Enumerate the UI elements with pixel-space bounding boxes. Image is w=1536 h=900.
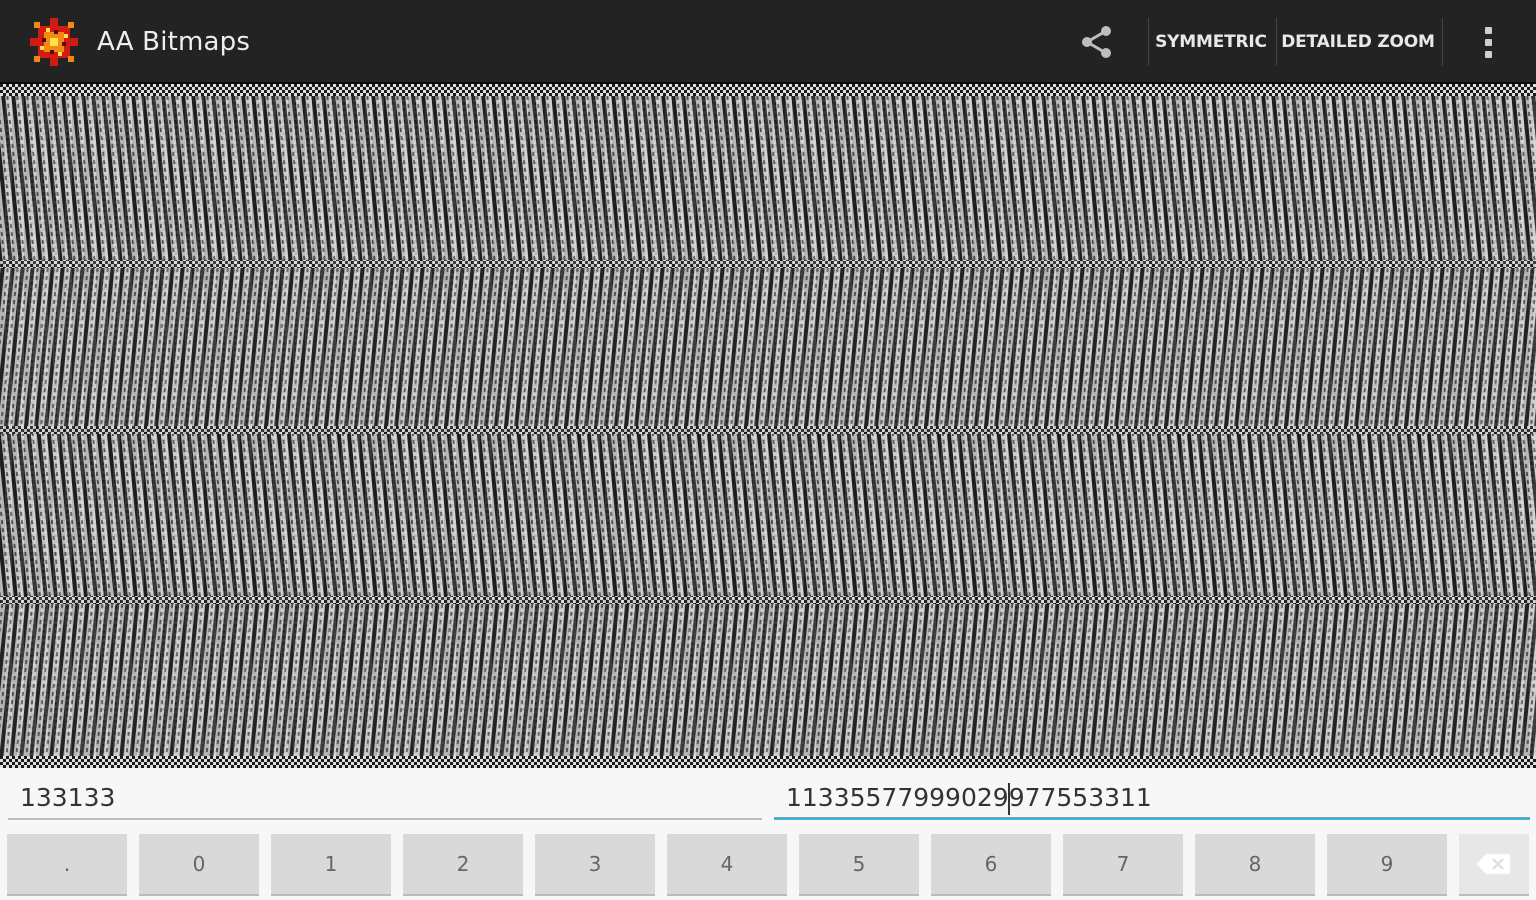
colorful-fractal-logo-icon[interactable] xyxy=(28,16,80,68)
symmetric-button[interactable]: SYMMETRIC xyxy=(1152,24,1270,60)
key-9[interactable]: 9 xyxy=(1327,834,1447,894)
overflow-dot xyxy=(1484,50,1492,58)
app-title: AA Bitmaps xyxy=(97,27,251,57)
key-3[interactable]: 3 xyxy=(535,834,655,894)
key-7[interactable]: 7 xyxy=(1063,834,1183,894)
left-number-field[interactable]: 133133 xyxy=(8,778,762,820)
share-button[interactable] xyxy=(1070,20,1122,64)
right-number-field[interactable]: 11335577999029977553311 xyxy=(774,778,1530,820)
key-dot[interactable]: . xyxy=(7,834,127,894)
overflow-menu-icon[interactable] xyxy=(1470,20,1506,64)
key-8[interactable]: 8 xyxy=(1195,834,1315,894)
left-number-value: 133133 xyxy=(20,783,116,812)
key-0[interactable]: 0 xyxy=(139,834,259,894)
input-row: 133133 11335577999029977553311 xyxy=(0,768,1536,830)
key-6[interactable]: 6 xyxy=(931,834,1051,894)
action-divider xyxy=(1276,18,1277,66)
key-2[interactable]: 2 xyxy=(403,834,523,894)
delete-key[interactable] xyxy=(1459,834,1529,894)
detailed-zoom-button[interactable]: DETAILED ZOOM xyxy=(1280,24,1436,60)
action-bar: AA Bitmaps SYMMETRIC DETAILED ZOOM xyxy=(0,0,1536,84)
overflow-dot xyxy=(1484,38,1492,46)
key-1[interactable]: 1 xyxy=(271,834,391,894)
bitmap-pattern xyxy=(0,84,1536,768)
key-4[interactable]: 4 xyxy=(667,834,787,894)
action-divider xyxy=(1148,18,1149,66)
right-number-value-after-cursor: 977553311 xyxy=(1008,783,1152,812)
overflow-dot xyxy=(1484,26,1492,34)
right-number-value-before-cursor: 11335577999029 xyxy=(786,783,1009,812)
key-5[interactable]: 5 xyxy=(799,834,919,894)
share-icon xyxy=(1082,26,1111,58)
action-divider xyxy=(1442,18,1443,66)
backspace-icon xyxy=(1476,853,1511,875)
number-keypad: . 0 1 2 3 4 5 6 7 8 9 xyxy=(0,830,1536,900)
bitmap-canvas[interactable] xyxy=(0,84,1536,768)
